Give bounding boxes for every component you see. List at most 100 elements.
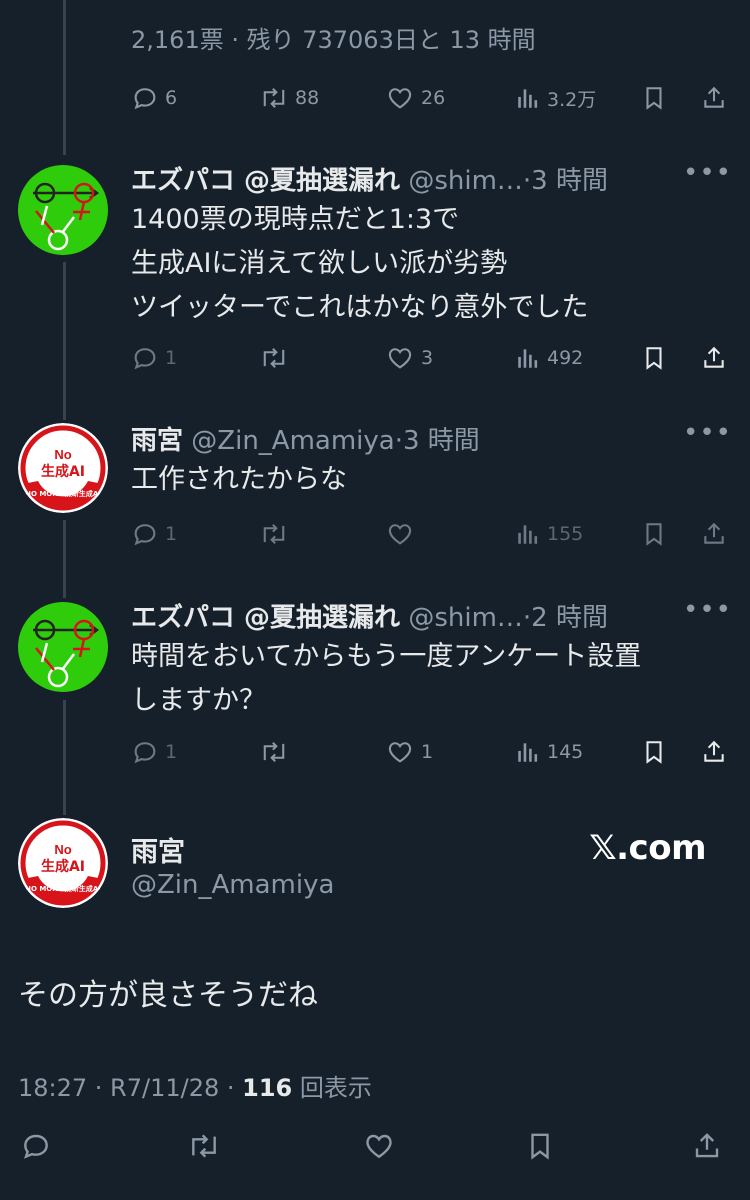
avatar-ezupako[interactable] [18,165,108,255]
retweet-button[interactable]: 88 [259,78,319,118]
bookmark-button[interactable] [641,338,667,378]
separator-dot: · [394,426,403,456]
retweet-icon [263,742,285,762]
main-timestamp[interactable]: 18:27 · R7/11/28 · [18,1074,242,1102]
like-button[interactable]: 26 [385,78,445,118]
bookmark-button[interactable] [525,1130,555,1166]
svg-text:生成AI: 生成AI [41,463,85,480]
svg-text:NO MORE 無断生成AI: NO MORE 無断生成AI [25,884,101,893]
tweet-header: 雨宮 @Zin_Amamiya·3 時間 [131,420,480,457]
like-button[interactable]: 3 [385,338,433,378]
views-chart-icon [518,525,538,544]
tweet-text: 1400票の現時点だと1:3で 生成AIに消えて欲しい派が劣勢 ツイッターでこれ… [131,204,589,323]
gender-symbols-icon [18,165,108,255]
tweet-header: エズパコ @夏抽選漏れ @shim…·3 時間 [131,160,608,197]
svg-text:生成AI: 生成AI [41,858,85,875]
bookmark-button[interactable] [641,732,667,772]
views-button[interactable]: 3.2万 [515,78,596,118]
poll-actions: 6 88 26 3.2万 [131,78,731,118]
like-count: 1 [421,741,434,763]
retweet-button[interactable] [259,514,289,554]
reply-icon [24,1134,48,1159]
views-button[interactable]: 492 [515,338,583,378]
reply-count: 1 [165,523,178,545]
tweet-header: エズパコ @夏抽選漏れ @shim…·2 時間 [131,597,608,634]
retweet-icon [263,524,285,544]
poll-meta: 2,161票 · 残り 737063日と 13 時間 [131,26,536,54]
user-handle[interactable]: @shim… [408,603,523,633]
like-button[interactable]: 1 [385,732,433,772]
views-button[interactable]: 155 [515,514,583,554]
tweet-time[interactable]: 2 時間 [531,603,608,633]
x-com-watermark: 𝕏.com [589,828,706,868]
no-ai-badge-icon: No 生成AI NO MORE 無断生成AI [18,818,108,908]
more-options-icon[interactable]: ••• [683,595,732,625]
reply-button[interactable]: 6 [131,78,177,118]
heart-icon [366,1134,392,1159]
reply-button[interactable]: 1 [131,732,177,772]
views-count: 145 [547,741,584,763]
like-count: 3 [421,347,434,369]
retweet-button[interactable] [259,732,289,772]
user-handle[interactable]: @shim… [408,166,523,196]
main-tweet-meta: 18:27 · R7/11/28 · 116 回表示 [18,1068,372,1103]
retweet-count: 88 [295,87,320,109]
main-tweet-actions [0,1130,750,1180]
display-name[interactable]: エズパコ @夏抽選漏れ [131,603,400,633]
main-display-name[interactable]: 雨宮 [131,830,185,869]
views-button[interactable]: 145 [515,732,583,772]
share-icon [704,346,724,368]
display-name[interactable]: エズパコ @夏抽選漏れ [131,166,400,196]
display-name[interactable]: 雨宮 [131,426,183,456]
share-icon [704,740,724,762]
thread-line-3 [63,700,66,815]
share-button[interactable] [701,514,727,554]
tweet-time[interactable]: 3 時間 [531,166,608,196]
tweet-text: 時間をおいてからもう一度アンケート設置 しますか？ [131,641,642,716]
reply-count: 6 [165,87,178,109]
share-icon [704,86,724,108]
avatar-amamiya[interactable]: No 生成AI NO MORE 無断生成AI [18,423,108,513]
heart-icon [388,524,412,545]
reply-button[interactable]: 1 [131,338,177,378]
share-button[interactable] [692,1130,722,1166]
main-user-handle[interactable]: @Zin_Amamiya [131,870,334,900]
thread-line-top [63,0,66,155]
reply-icon [134,348,156,370]
more-options-icon[interactable]: ••• [683,158,732,188]
like-count: 26 [421,87,446,109]
tweet-time[interactable]: 3 時間 [403,426,480,456]
svg-text:No: No [54,447,71,462]
bookmark-button[interactable] [641,514,667,554]
like-button[interactable] [362,1130,396,1166]
tweet-actions: 1 3 492 [131,338,731,378]
like-button[interactable] [385,514,415,554]
user-handle[interactable]: @Zin_Amamiya [191,426,394,456]
bookmark-icon [646,741,662,764]
reply-button[interactable]: 1 [131,514,177,554]
reply-button[interactable] [20,1130,52,1166]
share-button[interactable] [701,78,727,118]
retweet-button[interactable] [186,1130,222,1166]
bookmark-button[interactable] [641,78,667,118]
share-button[interactable] [701,338,727,378]
tweet-actions: 1 155 [131,514,731,554]
share-icon [704,522,724,544]
retweet-icon [263,88,285,108]
views-chart-icon [518,89,538,108]
heart-icon [388,742,412,763]
separator-dot: · [522,603,532,633]
reply-icon [134,88,156,110]
avatar-amamiya-main[interactable]: No 生成AI NO MORE 無断生成AI [18,818,108,908]
share-button[interactable] [701,732,727,772]
avatar-ezupako[interactable] [18,602,108,692]
no-ai-badge-icon: No 生成AI NO MORE 無断生成AI [18,423,108,513]
reply-count: 1 [165,741,178,763]
tweet-text: 工作されたからな [131,464,347,495]
retweet-button[interactable] [259,338,289,378]
views-count: 3.2万 [547,88,597,111]
more-options-icon[interactable]: ••• [683,418,732,448]
heart-icon [388,348,412,369]
retweet-icon [192,1134,216,1158]
views-chart-icon [518,743,538,762]
